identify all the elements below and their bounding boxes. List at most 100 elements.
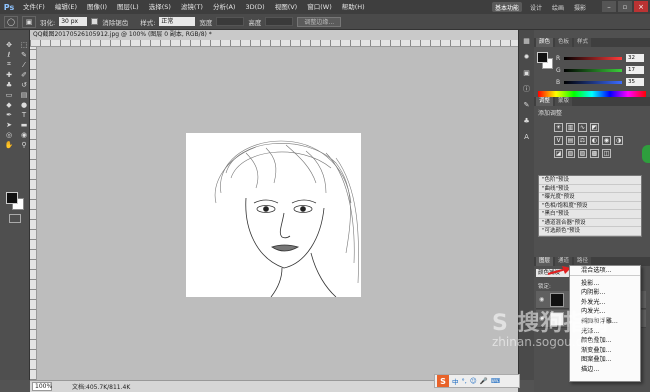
navigator-panel-icon[interactable]: ▣ — [521, 68, 533, 78]
restore-icon[interactable]: ▫ — [618, 1, 632, 12]
clone-source-panel-icon[interactable]: ♣ — [521, 116, 533, 126]
hue-saturation-icon[interactable]: ▤ — [566, 136, 575, 145]
canvas-area[interactable] — [37, 47, 518, 380]
3d-orbit-tool-icon[interactable]: ◉ — [18, 130, 30, 139]
document-size-info[interactable]: 文档:405.7K/811.4K — [72, 382, 130, 391]
workspace-photography-button[interactable]: 摄影 — [574, 2, 586, 12]
marquee-preset-icon[interactable]: ◯ — [4, 15, 18, 28]
feather-input[interactable]: 30 px — [59, 17, 88, 26]
brush-panel-icon[interactable]: ✎ — [521, 100, 533, 110]
levels-icon[interactable]: ▥ — [566, 123, 575, 132]
side-float-button[interactable] — [642, 145, 650, 163]
workspace-design-button[interactable]: 设计 — [530, 2, 542, 12]
blur-tool-icon[interactable]: ◆ — [3, 100, 15, 109]
red-value-input[interactable]: 32 — [626, 54, 644, 62]
gradient-tool-icon[interactable]: ▤ — [18, 90, 30, 99]
hand-tool-icon[interactable]: ✋ — [3, 140, 15, 149]
history-brush-tool-icon[interactable]: ↺ — [18, 80, 30, 89]
eye-icon[interactable]: ◉ — [539, 315, 546, 322]
menu-help[interactable]: 帮助(H) — [337, 0, 370, 14]
menu-item-color-overlay[interactable]: 颜色叠加... — [570, 336, 640, 346]
ime-punctuation-mode[interactable]: °, — [462, 377, 467, 385]
menu-select[interactable]: 选择(S) — [144, 0, 176, 14]
menu-item-bevel-emboss[interactable]: 斜面和浮雕... — [570, 317, 640, 327]
height-input[interactable] — [265, 17, 294, 26]
menu-item-gradient-overlay[interactable]: 渐变叠加... — [570, 346, 640, 356]
refine-edge-button[interactable]: 调整边缘... — [297, 16, 342, 27]
3d-rotate-tool-icon[interactable]: ◎ — [3, 130, 15, 139]
brush-tool-icon[interactable]: ✐ — [18, 70, 30, 79]
menu-item-drop-shadow[interactable]: 投影... — [570, 279, 640, 289]
crop-tool-icon[interactable]: ⌗ — [3, 60, 15, 69]
healing-tool-icon[interactable]: ✚ — [3, 70, 15, 79]
tab-layers[interactable]: 图层 — [536, 257, 554, 266]
menu-item-blending-options[interactable]: 混合选项... — [570, 266, 640, 276]
green-value-input[interactable]: 17 — [626, 66, 644, 74]
menu-item-pattern-overlay[interactable]: 图案叠加... — [570, 355, 640, 365]
eyedropper-tool-icon[interactable]: ⁄ — [18, 60, 30, 69]
tab-masks[interactable]: 蒙版 — [555, 97, 573, 106]
ime-chinese-mode[interactable]: 中 — [452, 376, 459, 386]
gradient-map-icon[interactable]: ▩ — [590, 149, 599, 158]
menu-item-stroke[interactable]: 描边... — [570, 365, 640, 375]
character-panel-icon[interactable]: A — [521, 132, 533, 142]
menu-edit[interactable]: 编辑(E) — [50, 0, 82, 14]
ime-keyboard-icon[interactable]: ⌨ — [491, 377, 500, 385]
preset-curves[interactable]: "曲线"预设 — [539, 185, 641, 193]
shape-tool-icon[interactable]: ▬ — [18, 120, 30, 129]
menu-view[interactable]: 视图(V) — [270, 0, 303, 14]
channel-mixer-icon[interactable]: ◑ — [614, 136, 623, 145]
quick-select-tool-icon[interactable]: ✎ — [18, 50, 30, 59]
vibrance-icon[interactable]: V — [554, 136, 563, 145]
info-panel-icon[interactable]: ⓘ — [521, 84, 533, 94]
marquee-tool-icon[interactable]: ⬚ — [18, 40, 30, 49]
move-tool-icon[interactable]: ✥ — [3, 40, 15, 49]
ruler-horizontal[interactable] — [30, 40, 518, 47]
style-select[interactable]: 正常 — [159, 17, 196, 26]
color-panel-foreground-swatch[interactable] — [537, 52, 548, 63]
menu-3d[interactable]: 3D(D) — [240, 0, 269, 14]
history-panel-icon[interactable]: ▦ — [521, 36, 533, 46]
photo-filter-icon[interactable]: ◉ — [602, 136, 611, 145]
menu-filter[interactable]: 滤镜(T) — [176, 0, 208, 14]
preset-levels[interactable]: "色阶"预设 — [539, 176, 641, 185]
foreground-color-swatch[interactable] — [6, 192, 18, 204]
preset-black-white[interactable]: "黑白"预设 — [539, 210, 641, 219]
sketch-portrait-image[interactable] — [186, 133, 361, 297]
preset-hue-saturation[interactable]: "色相/饱和度"预设 — [539, 202, 641, 210]
menu-item-outer-glow[interactable]: 外发光... — [570, 298, 640, 308]
menu-item-satin[interactable]: 光泽... — [570, 327, 640, 337]
type-tool-icon[interactable]: T — [18, 110, 30, 119]
workspace-painting-button[interactable]: 绘画 — [552, 2, 564, 12]
selective-color-icon[interactable]: ◫ — [602, 149, 611, 158]
selection-mode-icon[interactable]: ▣ — [22, 15, 36, 28]
actions-panel-icon[interactable]: ✹ — [521, 52, 533, 62]
path-select-tool-icon[interactable]: ➤ — [3, 120, 15, 129]
menu-file[interactable]: 文件(F) — [18, 0, 50, 14]
tab-swatches[interactable]: 色板 — [555, 38, 573, 47]
curves-icon[interactable]: ∿ — [578, 123, 587, 132]
zoom-level-field[interactable]: 100% — [32, 382, 52, 391]
close-icon[interactable]: × — [634, 1, 648, 12]
brightness-icon[interactable]: ☀ — [554, 123, 563, 132]
ime-emoji-icon[interactable]: ☺ — [470, 377, 477, 385]
antialias-checkbox[interactable] — [91, 18, 99, 25]
menu-layer[interactable]: 图层(L) — [112, 0, 144, 14]
black-white-icon[interactable]: ◐ — [590, 136, 599, 145]
green-slider[interactable] — [564, 68, 622, 72]
eye-icon[interactable]: ◉ — [539, 296, 546, 303]
ruler-vertical[interactable] — [30, 47, 37, 380]
preset-selective-color[interactable]: "可选颜色"预设 — [539, 227, 641, 236]
menu-item-inner-glow[interactable]: 内发光... — [570, 307, 640, 317]
color-balance-icon[interactable]: ⚖ — [578, 136, 587, 145]
width-input[interactable] — [216, 17, 245, 26]
ime-voice-icon[interactable]: 🎤 — [480, 377, 488, 385]
invert-icon[interactable]: ◪ — [554, 149, 563, 158]
tab-styles[interactable]: 样式 — [574, 38, 592, 47]
threshold-icon[interactable]: ▨ — [578, 149, 587, 158]
exposure-icon[interactable]: ◩ — [590, 123, 599, 132]
preset-channel-mixer[interactable]: "通道混合器"预设 — [539, 219, 641, 227]
workspace-essentials-button[interactable]: 基本功能 — [492, 2, 522, 12]
menu-window[interactable]: 窗口(W) — [302, 0, 337, 14]
quick-mask-icon[interactable] — [9, 214, 21, 223]
